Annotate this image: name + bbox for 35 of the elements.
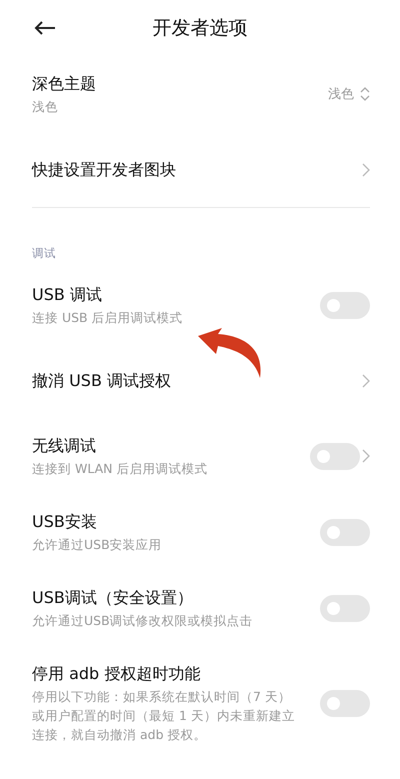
row-title: USB安装 bbox=[32, 510, 98, 532]
toggle-switch[interactable] bbox=[310, 442, 360, 470]
chevron-right-icon bbox=[362, 374, 370, 388]
row-title: 快捷设置开发者图块 bbox=[32, 158, 177, 180]
settings-row[interactable]: USB 调试 连接 USB 后启用调试模式 bbox=[0, 267, 400, 343]
toggle-switch[interactable] bbox=[320, 690, 370, 716]
toggle-switch[interactable] bbox=[320, 518, 370, 546]
settings-row[interactable]: 深色主题 浅色 浅色 bbox=[0, 56, 400, 132]
chevron-right-icon bbox=[362, 162, 370, 176]
row-subtitle: 停用以下功能：如果系统在默认时间（7 天）或用户配置的时间（最短 1 天）内未重新建立连接，就自动撤消 adb 授权。 bbox=[32, 688, 296, 744]
section-label: 调试 bbox=[31, 245, 57, 262]
row-title: USB调试（安全设置） bbox=[32, 586, 194, 608]
toggle-switch[interactable] bbox=[320, 594, 370, 622]
row-title: 撤消 USB 调试授权 bbox=[32, 370, 172, 392]
settings-row[interactable]: 撤消 USB 调试授权 bbox=[0, 343, 400, 418]
row-subtitle: 允许通过USB安装应用 bbox=[32, 536, 163, 554]
back-icon[interactable] bbox=[34, 21, 56, 35]
settings-row[interactable]: 快捷设置开发者图块 bbox=[0, 132, 400, 207]
row-subtitle: 连接 USB 后启用调试模式 bbox=[32, 308, 184, 326]
up-down-chevron-icon bbox=[360, 87, 370, 101]
row-subtitle: 浅色 bbox=[32, 98, 59, 116]
toggle-switch[interactable] bbox=[320, 292, 370, 318]
settings-row[interactable]: USB调试（安全设置） 允许通过USB调试修改权限或模拟点击 bbox=[0, 570, 400, 646]
row-title: 停用 adb 授权超时功能 bbox=[32, 662, 202, 684]
row-title: 无线调试 bbox=[32, 434, 97, 456]
settings-row[interactable]: 停用 adb 授权超时功能 停用以下功能：如果系统在默认时间（7 天）或用户配置的时间（最短 1 天）内未重新建立连接，就自动撤消 adb 授权。 bbox=[0, 646, 400, 760]
chevron-right-icon bbox=[362, 449, 370, 463]
row-subtitle: 连接到 WLAN 后启用调试模式 bbox=[32, 460, 208, 478]
row-title: USB 调试 bbox=[32, 284, 103, 306]
settings-row[interactable]: USB安装 允许通过USB安装应用 bbox=[0, 494, 400, 570]
row-subtitle: 允许通过USB调试修改权限或模拟点击 bbox=[32, 612, 254, 630]
selected-value: 浅色 bbox=[328, 86, 354, 103]
row-title: 深色主题 bbox=[32, 72, 97, 94]
page-title: 开发者选项 bbox=[152, 16, 248, 41]
settings-row[interactable]: 无线调试 连接到 WLAN 后启用调试模式 bbox=[0, 418, 400, 494]
